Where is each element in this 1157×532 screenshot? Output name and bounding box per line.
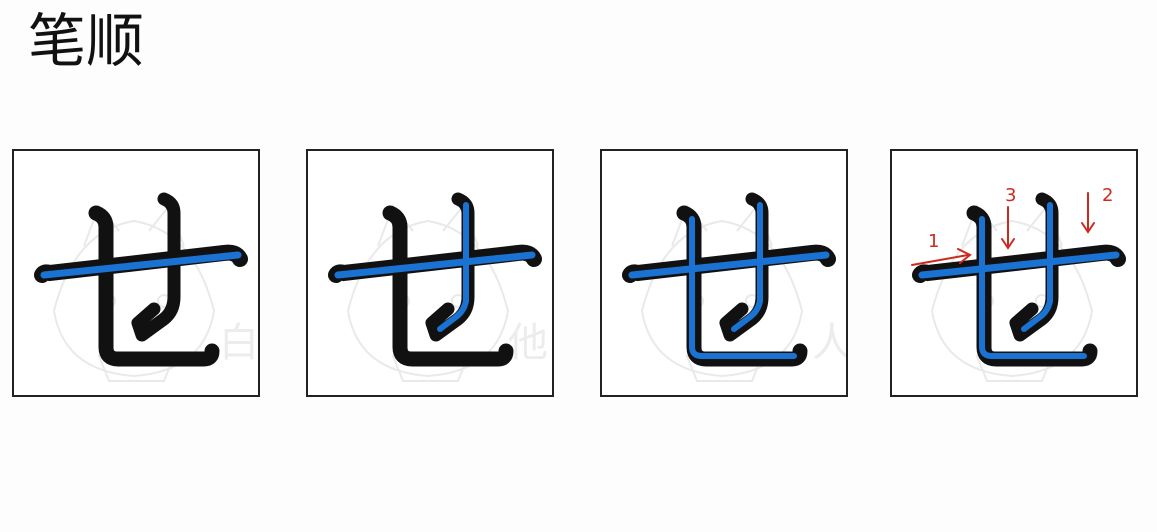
stroke-frame-2: 他 — [306, 149, 554, 397]
page-title: 笔顺 — [28, 7, 145, 75]
stroke-frame-1: 白 — [12, 149, 260, 397]
character-svg: 他 — [328, 192, 548, 382]
stroke-vertical-bend — [676, 205, 808, 367]
character-svg: 人 — [622, 192, 846, 382]
annotation-arrow-3 — [1001, 206, 1015, 250]
watermark-char: 白 — [219, 320, 258, 366]
highlight-stroke-3 — [979, 216, 1087, 359]
stroke-order-page: 笔顺 白 他 1 3 2 — [0, 0, 1157, 532]
watermark-char: 他 — [508, 320, 548, 366]
highlight-stroke-3 — [689, 216, 797, 359]
stroke-frame-4: 1 3 2 — [890, 149, 1138, 397]
stroke-frame-3: 人 — [600, 149, 848, 397]
stroke-vertical-bend — [382, 205, 514, 367]
annotation-number-3: 3 — [1005, 185, 1016, 206]
annotation-arrow-2 — [1081, 192, 1095, 234]
stroke-vertical-bend — [88, 205, 220, 367]
watermark-char: 人 — [812, 320, 846, 366]
annotation-arrow-1 — [911, 248, 972, 266]
character-svg: 白 — [34, 192, 258, 382]
character-svg: 1 3 2 — [911, 185, 1126, 382]
annotation-number-2: 2 — [1102, 185, 1113, 206]
stroke-vertical-bend — [966, 205, 1098, 367]
annotation-number-1: 1 — [928, 231, 939, 252]
